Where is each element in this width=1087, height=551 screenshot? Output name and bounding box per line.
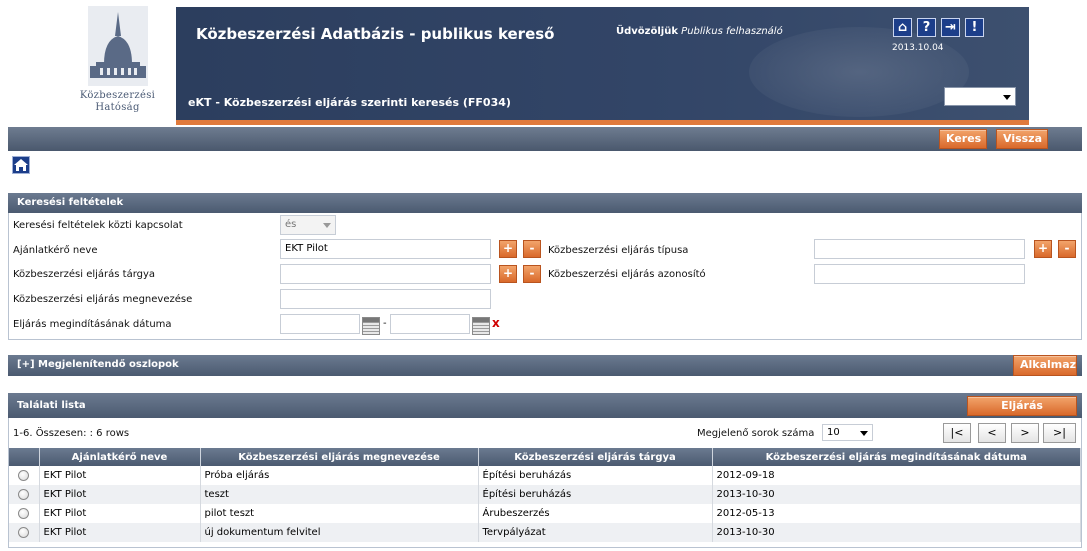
header-date: 2013.10.04 — [892, 43, 944, 53]
column-header[interactable]: Ajánlatkérő neve — [39, 448, 201, 466]
search-button[interactable]: Keres — [939, 129, 987, 149]
table-header-row: Ajánlatkérő neve Közbeszerzési eljárás m… — [9, 448, 1081, 466]
table-cell: 2012-09-18 — [712, 466, 1081, 485]
welcome-user: Publikus felhasználó — [681, 26, 783, 37]
procedure-id-label: Közbeszerzési eljárás azonosító — [548, 269, 706, 280]
table-cell: EKT Pilot — [39, 523, 201, 542]
row-radio[interactable] — [17, 507, 29, 519]
relation-value: és — [285, 219, 297, 230]
rows-per-page-label: Megjelenő sorok száma — [697, 428, 815, 439]
rows-per-page-value: 10 — [827, 427, 840, 438]
home-icon[interactable]: ⌂ — [893, 18, 912, 37]
table-cell: Árubeszerzés — [478, 504, 713, 523]
results-table: Ajánlatkérő neve Közbeszerzési eljárás m… — [9, 448, 1081, 542]
calendar-icon[interactable] — [362, 317, 380, 335]
first-page-button[interactable]: |< — [943, 423, 971, 443]
app-title: Közbeszerzési Adatbázis - publikus keres… — [196, 25, 555, 43]
next-page-button[interactable]: > — [1011, 423, 1039, 443]
prev-page-button[interactable]: < — [978, 423, 1006, 443]
row-radio[interactable] — [17, 469, 29, 481]
chevron-down-icon — [1003, 95, 1011, 100]
column-header[interactable]: Közbeszerzési eljárás megnevezése — [200, 448, 479, 466]
procedure-type-label: Közbeszerzési eljárás típusa — [548, 245, 689, 256]
welcome-label: Üdvözöljük — [616, 26, 678, 37]
table-cell: EKT Pilot — [39, 466, 201, 485]
home-nav-icon[interactable] — [12, 156, 30, 174]
table-cell: Építési beruházás — [478, 485, 713, 504]
table-cell: új dokumentum felvitel — [200, 523, 479, 542]
help-icon[interactable]: ? — [917, 18, 936, 37]
chevron-down-icon — [323, 223, 331, 228]
date-separator: - — [383, 318, 387, 329]
procedure-type-remove-button[interactable]: - — [1058, 240, 1076, 258]
procedure-id-input[interactable] — [814, 264, 1025, 284]
language-select[interactable] — [944, 87, 1016, 106]
table-cell: pilot teszt — [200, 504, 479, 523]
table-cell: 2012-05-13 — [712, 504, 1081, 523]
subject-label: Közbeszerzési eljárás tárgya — [13, 269, 156, 280]
last-page-button[interactable]: >| — [1043, 423, 1076, 443]
row-radio[interactable] — [17, 526, 29, 538]
procedure-detail-button[interactable]: Eljárás adatlapja — [967, 396, 1077, 430]
rows-per-page-select[interactable]: 10 — [822, 424, 873, 441]
page-subtitle: eKT - Közbeszerzési eljárás szerinti ker… — [188, 96, 511, 109]
name-label: Közbeszerzési eljárás megnevezése — [13, 294, 193, 305]
logo: Közbeszerzési Hatóság — [70, 6, 165, 118]
procedure-type-add-button[interactable]: + — [1034, 240, 1052, 258]
results-summary: 1-6. Összesen: : 6 rows — [13, 428, 130, 439]
alert-icon[interactable]: ! — [965, 18, 984, 37]
table-cell: 2013-10-30 — [712, 485, 1081, 504]
building-logo-icon — [87, 6, 148, 86]
apply-button[interactable]: Alkalmaz — [1013, 355, 1077, 376]
welcome-text: Üdvözöljük Publikus felhasználó — [616, 26, 783, 37]
table-cell: Próba eljárás — [200, 466, 479, 485]
table-cell: EKT Pilot — [39, 485, 201, 504]
header-banner: Közbeszerzési Adatbázis - publikus keres… — [176, 7, 1029, 125]
contracting-remove-button[interactable]: - — [523, 240, 541, 258]
name-input[interactable] — [280, 289, 491, 309]
table-row[interactable]: EKT Pilot teszt Építési beruházás 2013-1… — [9, 485, 1081, 504]
relation-select[interactable]: és — [280, 215, 336, 235]
start-date-label: Eljárás megindításának dátuma — [13, 319, 172, 330]
table-cell: teszt — [200, 485, 479, 504]
table-row[interactable]: EKT Pilot pilot teszt Árubeszerzés 2012-… — [9, 504, 1081, 523]
calendar-icon[interactable] — [472, 317, 490, 335]
columns-panel-header[interactable]: [+] Megjelenítendő oszlopok — [8, 355, 1082, 376]
select-column-header — [9, 448, 40, 466]
subject-input[interactable] — [280, 264, 491, 284]
logout-icon[interactable]: ⇥ — [941, 18, 960, 37]
table-row[interactable]: EKT Pilot Próba eljárás Építési beruházá… — [9, 466, 1081, 485]
subject-add-button[interactable]: + — [499, 265, 517, 283]
procedure-type-input[interactable] — [814, 239, 1025, 259]
logo-line2: Hatóság — [95, 102, 140, 113]
column-header[interactable]: Közbeszerzési eljárás megindításának dát… — [712, 448, 1081, 466]
chevron-down-icon — [860, 431, 868, 436]
toolbar: Keres Vissza — [8, 127, 1082, 151]
logo-line1: Közbeszerzési — [79, 90, 156, 101]
table-row[interactable]: EKT Pilot új dokumentum felvitel Tervpál… — [9, 523, 1081, 542]
clear-date-icon[interactable]: x — [492, 316, 500, 330]
row-radio[interactable] — [17, 488, 29, 500]
back-button[interactable]: Vissza — [996, 129, 1048, 149]
results-header: Találati lista — [8, 393, 1082, 418]
table-cell: 2013-10-30 — [712, 523, 1081, 542]
criteria-header: Keresési feltételek — [8, 193, 1082, 213]
contracting-input[interactable]: EKT Pilot — [280, 239, 491, 259]
contracting-add-button[interactable]: + — [499, 240, 517, 258]
table-cell: EKT Pilot — [39, 504, 201, 523]
date-from-input[interactable] — [280, 314, 360, 334]
column-header[interactable]: Közbeszerzési eljárás tárgya — [478, 448, 713, 466]
table-cell: Építési beruházás — [478, 466, 713, 485]
table-cell: Tervpályázat — [478, 523, 713, 542]
relation-label: Keresési feltételek közti kapcsolat — [13, 220, 183, 231]
date-to-input[interactable] — [390, 314, 470, 334]
subject-remove-button[interactable]: - — [523, 265, 541, 283]
contracting-label: Ajánlatkérő neve — [13, 245, 98, 256]
